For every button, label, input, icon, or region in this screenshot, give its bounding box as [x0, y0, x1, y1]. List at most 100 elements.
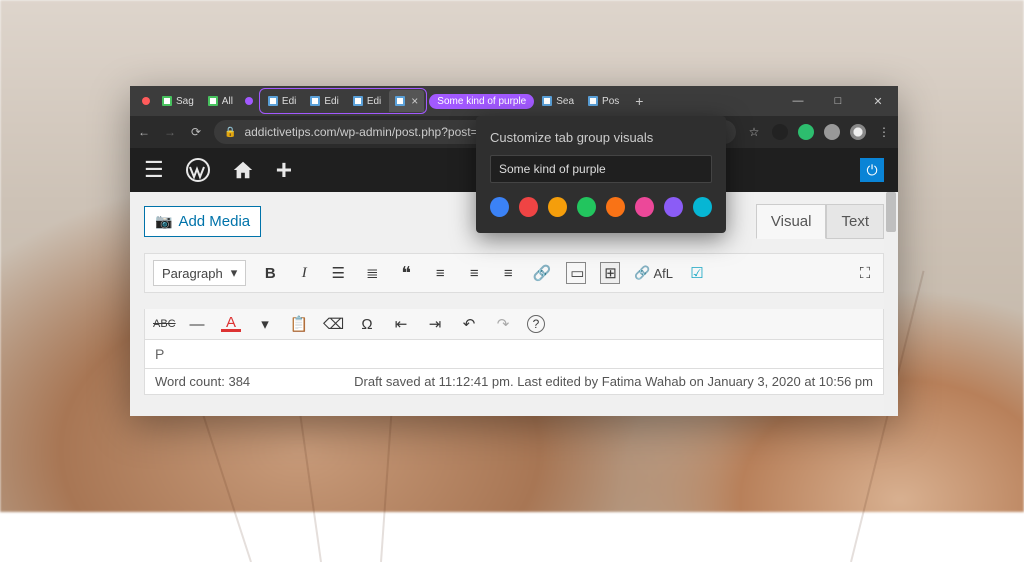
scroll-thumb[interactable] — [886, 192, 896, 232]
tab[interactable]: Edi — [304, 90, 344, 112]
bullet-list-button[interactable]: ☰ — [328, 264, 348, 282]
color-swatches — [490, 197, 712, 217]
publicize-icon[interactable]: ⏻ — [860, 158, 884, 182]
element-path: P — [155, 346, 164, 362]
lock-icon: 🔒 — [224, 127, 236, 138]
titlebar: Sag All Edi Edi Edi Some kind of purple … — [130, 86, 898, 116]
bold-button[interactable]: B — [260, 265, 280, 282]
add-media-label: Add Media — [178, 213, 250, 230]
camera-icon: 📷 — [155, 213, 172, 230]
wordpress-logo-icon[interactable] — [186, 158, 210, 182]
link-button[interactable]: 🔗 — [532, 264, 552, 282]
editor-toolbar-row2: ABC — A ▾ 📋 ⌫ Ω ⇤ ⇥ ↶ ↷ ? — [144, 309, 884, 340]
align-center-button[interactable]: ≡ — [464, 265, 484, 282]
color-swatch-purple[interactable] — [664, 197, 683, 217]
horizontal-rule-button[interactable]: — — [187, 316, 207, 333]
special-char-button[interactable]: Ω — [357, 316, 377, 333]
url-text: addictivetips.com/wp-admin/post.php?post… — [244, 125, 477, 139]
menu-button[interactable]: ⋮ — [876, 125, 892, 139]
tab-active[interactable] — [389, 90, 424, 112]
color-swatch-blue[interactable] — [490, 197, 509, 217]
group-name-input[interactable] — [490, 155, 712, 183]
extension-icon[interactable] — [798, 124, 814, 140]
blockquote-button[interactable]: ❝ — [396, 263, 416, 284]
tab-label: Sag — [176, 96, 194, 107]
tab-label: Pos — [602, 96, 619, 107]
indent-button[interactable]: ⇥ — [425, 315, 445, 333]
bookmark-star-icon[interactable]: ☆ — [746, 125, 762, 139]
outdent-button[interactable]: ⇤ — [391, 315, 411, 333]
save-status: Draft saved at 11:12:41 pm. Last edited … — [354, 374, 873, 389]
tab-label: Edi — [367, 96, 381, 107]
browser-window: Sag All Edi Edi Edi Some kind of purple … — [130, 86, 898, 416]
toolbar-toggle-button[interactable]: ⊞ — [600, 262, 620, 284]
reload-button[interactable]: ⟳ — [188, 125, 204, 139]
color-swatch-green[interactable] — [577, 197, 596, 217]
tab-group-popup: Customize tab group visuals — [476, 116, 726, 233]
align-left-button[interactable]: ≡ — [430, 265, 450, 282]
scrollbar[interactable] — [884, 192, 898, 416]
format-select[interactable]: Paragraph ▾ — [153, 260, 246, 286]
word-count: Word count: 384 — [155, 374, 250, 389]
home-icon[interactable] — [232, 159, 254, 181]
color-swatch-orange[interactable] — [606, 197, 625, 217]
color-swatch-pink[interactable] — [635, 197, 654, 217]
tab-group-outline: Edi Edi Edi — [259, 88, 427, 114]
tab[interactable]: All — [202, 90, 239, 112]
numbered-list-button[interactable]: ≣ — [362, 264, 382, 282]
color-swatch-red[interactable] — [519, 197, 538, 217]
editor-toolbar-row1: Paragraph ▾ B I ☰ ≣ ❝ ≡ ≡ ≡ 🔗 ▭ ⊞ 🔗AfL ☑… — [144, 253, 884, 293]
italic-button[interactable]: I — [294, 265, 314, 282]
tab[interactable]: Pos — [582, 90, 625, 112]
profile-avatar[interactable] — [850, 124, 866, 140]
tab[interactable]: Sag — [156, 90, 200, 112]
extensions: ⋮ — [772, 124, 892, 140]
tab-group-pill[interactable]: Some kind of purple — [429, 94, 534, 109]
tab-label: Sea — [556, 96, 574, 107]
chevron-down-icon: ▾ — [231, 265, 238, 281]
tab-group-dot-purple[interactable] — [245, 97, 253, 105]
tab-label: Edi — [324, 96, 338, 107]
tab[interactable]: Sea — [536, 90, 580, 112]
editor-view-tabs: Visual Text — [756, 204, 884, 239]
window-controls: — □ ✕ — [778, 86, 898, 116]
back-button[interactable]: ← — [136, 125, 152, 139]
undo-button[interactable]: ↶ — [459, 315, 479, 333]
tab-group-dot-red[interactable] — [142, 97, 150, 105]
close-button[interactable]: ✕ — [858, 86, 898, 116]
minimize-button[interactable]: — — [778, 86, 818, 116]
afl-button[interactable]: 🔗AfL — [634, 265, 673, 281]
hamburger-icon[interactable]: ☰ — [144, 157, 164, 183]
insert-more-button[interactable]: ▭ — [566, 262, 586, 284]
tab-text[interactable]: Text — [826, 204, 884, 239]
align-right-button[interactable]: ≡ — [498, 265, 518, 282]
editor-path: P — [144, 340, 884, 369]
tab-visual[interactable]: Visual — [756, 204, 827, 239]
tab-label: Edi — [282, 96, 296, 107]
color-swatch-yellow[interactable] — [548, 197, 567, 217]
tab-strip: Sag All Edi Edi Edi Some kind of purple … — [130, 86, 778, 116]
paste-text-button[interactable]: 📋 — [289, 315, 309, 333]
chevron-down-icon[interactable]: ▾ — [255, 315, 275, 333]
strikethrough-button[interactable]: ABC — [153, 318, 173, 330]
clear-formatting-button[interactable]: ⌫ — [323, 315, 343, 333]
editor-status-bar: Word count: 384 Draft saved at 11:12:41 … — [144, 369, 884, 395]
tab-label: All — [222, 96, 233, 107]
help-button[interactable]: ? — [527, 315, 545, 333]
new-tab-button[interactable]: + — [627, 93, 651, 109]
forward-button[interactable]: → — [162, 125, 178, 139]
add-new-icon[interactable]: + — [276, 154, 292, 186]
popup-title: Customize tab group visuals — [490, 130, 712, 145]
maximize-button[interactable]: □ — [818, 86, 858, 116]
redo-button[interactable]: ↷ — [493, 315, 513, 333]
tab[interactable]: Edi — [262, 90, 302, 112]
tab[interactable]: Edi — [347, 90, 387, 112]
extension-icon[interactable] — [772, 124, 788, 140]
extension-icon[interactable] — [824, 124, 840, 140]
format-select-label: Paragraph — [162, 266, 223, 281]
checklist-button[interactable]: ☑ — [687, 264, 707, 282]
fullscreen-button[interactable]: ⛶ — [855, 265, 875, 282]
add-media-button[interactable]: 📷 Add Media — [144, 206, 261, 237]
text-color-button[interactable]: A — [221, 317, 241, 332]
color-swatch-cyan[interactable] — [693, 197, 712, 217]
